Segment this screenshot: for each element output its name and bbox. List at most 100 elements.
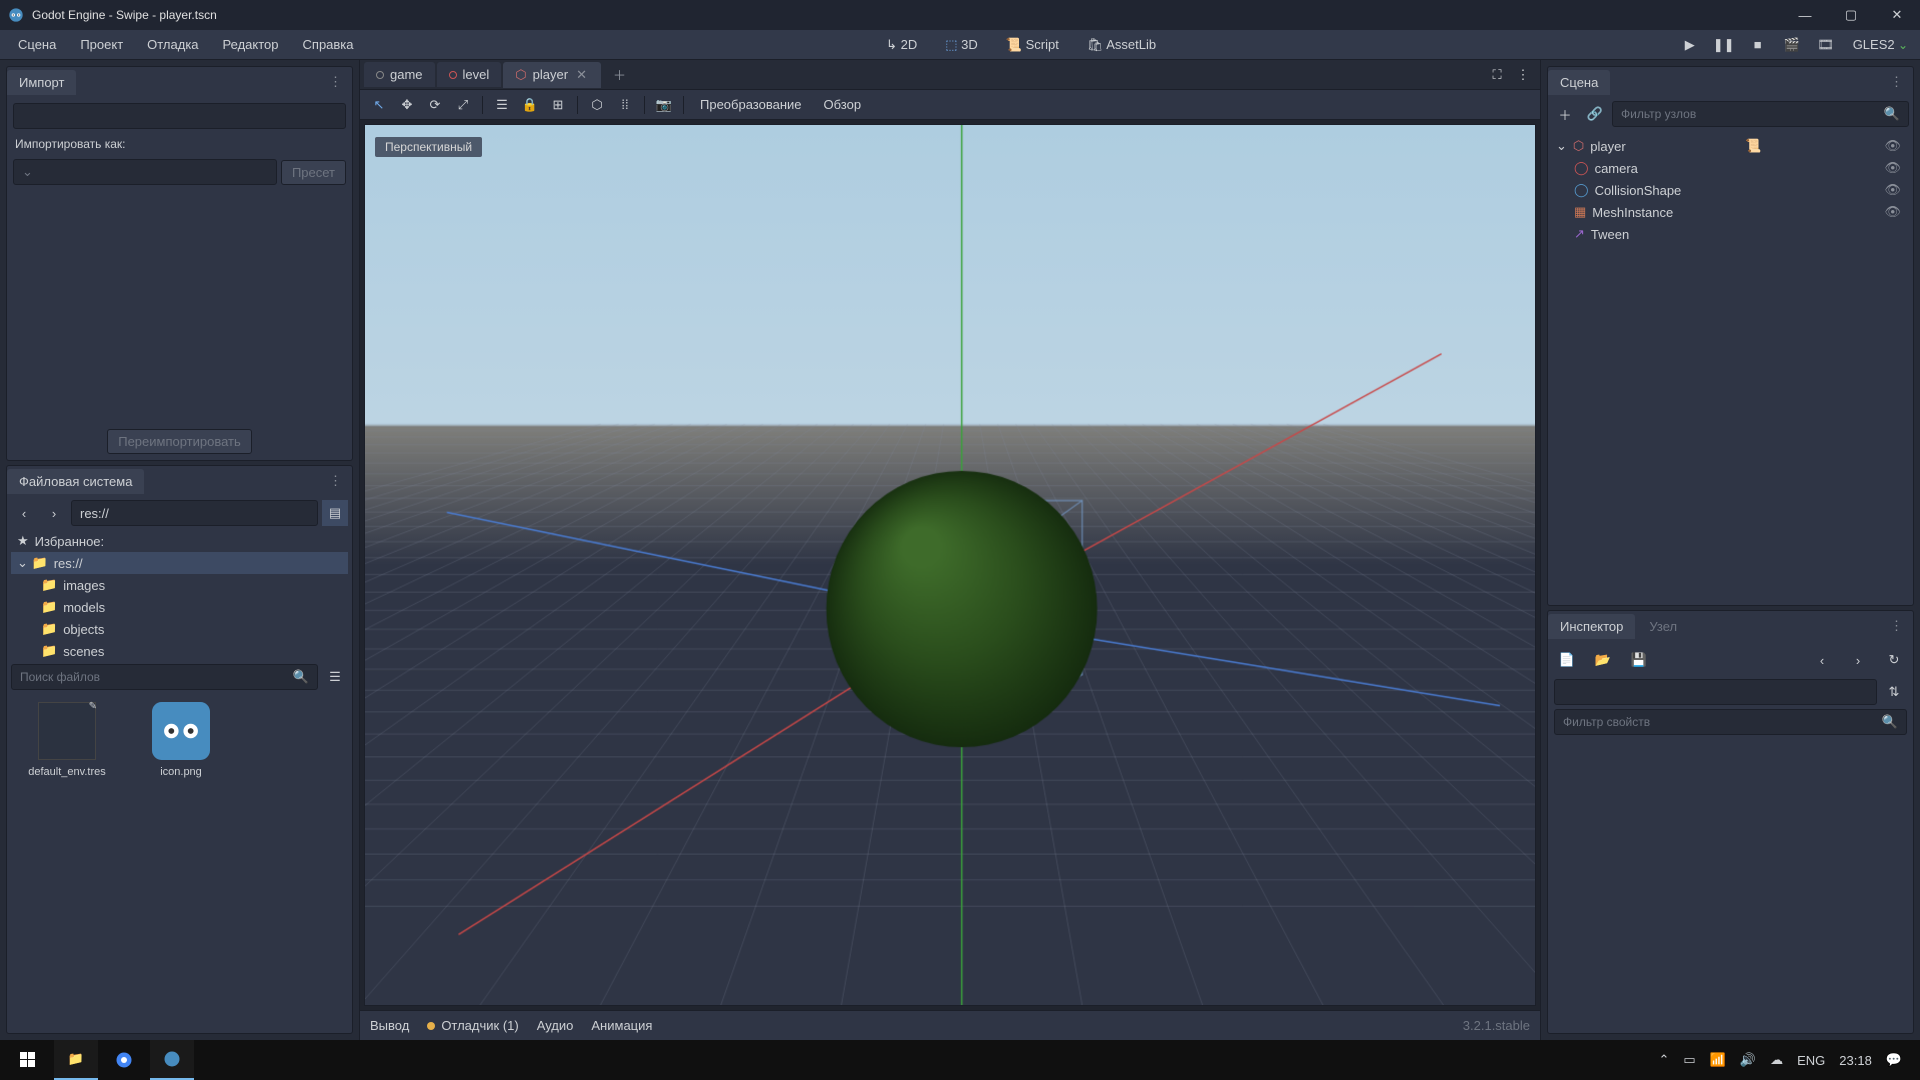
property-filter-field[interactable]: 🔍 bbox=[1554, 709, 1907, 735]
3d-viewport[interactable]: Перспективный bbox=[364, 124, 1536, 1006]
play-button[interactable]: ▶ bbox=[1677, 32, 1703, 58]
tray-clock[interactable]: 23:18 bbox=[1839, 1053, 1872, 1068]
import-type-dropdown[interactable]: ⌄ bbox=[13, 159, 277, 185]
menu-editor[interactable]: Редактор bbox=[211, 31, 291, 58]
inspector-save-resource-icon[interactable]: 💾 bbox=[1626, 647, 1652, 673]
lock-icon[interactable]: 🔒 bbox=[517, 92, 543, 118]
visibility-icon[interactable]: 👁 bbox=[1880, 182, 1905, 198]
local-space-icon[interactable]: ⬡ bbox=[584, 92, 610, 118]
tray-chevron-up-icon[interactable]: ⌃ bbox=[1659, 1052, 1670, 1068]
start-button[interactable] bbox=[6, 1040, 50, 1080]
inspector-history-icon[interactable]: ↻ bbox=[1881, 647, 1907, 673]
scene-dock-tab[interactable]: Сцена bbox=[1548, 70, 1610, 95]
close-tab-icon[interactable]: ✕ bbox=[574, 67, 589, 83]
group-icon[interactable]: ⊞ bbox=[545, 92, 571, 118]
import-panel-menu-icon[interactable]: ⋮ bbox=[321, 74, 350, 90]
filesystem-tab[interactable]: Файловая система bbox=[7, 469, 144, 494]
taskbar-chrome-icon[interactable] bbox=[102, 1040, 146, 1080]
node-collisionshape[interactable]: ◯ CollisionShape👁 bbox=[1552, 179, 1909, 201]
filesystem-panel-menu-icon[interactable]: ⋮ bbox=[321, 473, 350, 489]
instance-scene-button[interactable]: 🔗 bbox=[1582, 101, 1608, 127]
property-filter-input[interactable] bbox=[1563, 715, 1882, 729]
add-node-button[interactable]: ＋ bbox=[1552, 101, 1578, 127]
scene-tab-menu-icon[interactable]: ⋮ bbox=[1510, 62, 1536, 88]
import-preset-button[interactable]: Пресет bbox=[281, 160, 346, 185]
filesystem-back-button[interactable]: ‹ bbox=[11, 500, 37, 526]
menu-scene[interactable]: Сцена bbox=[6, 31, 68, 58]
renderer-selector[interactable]: GLES2 ⌄ bbox=[1847, 37, 1914, 52]
node-tab[interactable]: Узел bbox=[1637, 614, 1689, 639]
visibility-icon[interactable]: 👁 bbox=[1880, 160, 1905, 176]
inspector-history-back-icon[interactable]: ‹ bbox=[1809, 647, 1835, 673]
scene-tab-player[interactable]: ⬡player✕ bbox=[503, 62, 601, 88]
inspector-tab[interactable]: Инспектор bbox=[1548, 614, 1635, 639]
tray-onedrive-icon[interactable]: ☁ bbox=[1770, 1052, 1783, 1068]
filesystem-tree-root[interactable]: ⌄ 📁 res:// bbox=[11, 552, 348, 574]
window-minimize-button[interactable]: — bbox=[1782, 0, 1828, 30]
node-camera[interactable]: ◯ camera👁 bbox=[1552, 157, 1909, 179]
import-source-field[interactable] bbox=[13, 103, 346, 129]
filesystem-view-mode-button[interactable]: ☰ bbox=[322, 664, 348, 690]
inspector-expand-icon[interactable]: ⇅ bbox=[1881, 679, 1907, 705]
view-menu[interactable]: Обзор bbox=[814, 93, 872, 116]
output-tab[interactable]: Вывод bbox=[370, 1018, 409, 1033]
node-filter-field[interactable]: 🔍 bbox=[1612, 101, 1909, 127]
node-tween[interactable]: ↗ Tween bbox=[1552, 223, 1909, 245]
filesystem-split-button[interactable]: ▤ bbox=[322, 500, 348, 526]
workspace-script[interactable]: 📜 Script bbox=[994, 31, 1071, 59]
menu-project[interactable]: Проект bbox=[68, 31, 135, 58]
taskbar-explorer-icon[interactable]: 📁 bbox=[54, 1040, 98, 1080]
window-maximize-button[interactable]: ▢ bbox=[1828, 0, 1874, 30]
distraction-free-button[interactable]: ⛶ bbox=[1484, 62, 1510, 88]
audio-tab[interactable]: Аудио bbox=[537, 1018, 574, 1033]
scene-tab-level[interactable]: level bbox=[437, 62, 502, 87]
taskbar-godot-icon[interactable] bbox=[150, 1040, 194, 1080]
inspector-menu-icon[interactable]: ⋮ bbox=[1882, 618, 1911, 634]
tray-notifications-icon[interactable]: 💬 bbox=[1886, 1052, 1902, 1068]
file-thumb-icon-png[interactable]: icon.png bbox=[133, 702, 229, 1021]
filesystem-forward-button[interactable]: › bbox=[41, 500, 67, 526]
select-tool-icon[interactable]: ↖ bbox=[366, 92, 392, 118]
workspace-3d[interactable]: ⬚ 3D bbox=[933, 31, 990, 59]
camera-override-icon[interactable]: 📷 bbox=[651, 92, 677, 118]
animation-tab[interactable]: Анимация bbox=[591, 1018, 652, 1033]
debugger-tab[interactable]: Отладчик (1) bbox=[427, 1018, 518, 1033]
filesystem-folder-images[interactable]: 📁 images bbox=[11, 574, 348, 596]
move-tool-icon[interactable]: ✥ bbox=[394, 92, 420, 118]
filesystem-favorites[interactable]: ★ Избранное: bbox=[11, 530, 348, 552]
snap-icon[interactable]: ⁞⁞ bbox=[612, 92, 638, 118]
transform-menu[interactable]: Преобразование bbox=[690, 93, 812, 116]
perspective-label[interactable]: Перспективный bbox=[375, 137, 482, 157]
node-player[interactable]: ⌄ ⬡ player📜👁 bbox=[1552, 135, 1909, 157]
inspector-load-resource-icon[interactable]: 📂 bbox=[1590, 647, 1616, 673]
menu-help[interactable]: Справка bbox=[291, 31, 366, 58]
scene-dock-menu-icon[interactable]: ⋮ bbox=[1882, 74, 1911, 90]
filesystem-search-input[interactable] bbox=[20, 670, 293, 684]
tray-volume-icon[interactable]: 🔊 bbox=[1740, 1052, 1756, 1068]
reimport-button[interactable]: Переимпортировать bbox=[107, 429, 252, 454]
pause-button[interactable]: ❚❚ bbox=[1711, 32, 1737, 58]
filesystem-folder-models[interactable]: 📁 models bbox=[11, 596, 348, 618]
stop-button[interactable]: ■ bbox=[1745, 32, 1771, 58]
menu-debug[interactable]: Отладка bbox=[135, 31, 210, 58]
workspace-assetlib[interactable]: 🛍 AssetLib bbox=[1075, 31, 1168, 59]
visibility-icon[interactable]: 👁 bbox=[1880, 138, 1905, 154]
tray-battery-icon[interactable]: ▭ bbox=[1683, 1052, 1695, 1068]
inspector-history-forward-icon[interactable]: › bbox=[1845, 647, 1871, 673]
list-select-icon[interactable]: ☰ bbox=[489, 92, 515, 118]
filesystem-path-field[interactable]: res:// bbox=[71, 500, 318, 526]
scene-tab-game[interactable]: game bbox=[364, 62, 435, 87]
script-icon[interactable]: 📜 bbox=[1741, 138, 1765, 154]
play-scene-button[interactable]: 🎬 bbox=[1779, 32, 1805, 58]
rotate-tool-icon[interactable]: ⟳ bbox=[422, 92, 448, 118]
filesystem-search-field[interactable]: 🔍 bbox=[11, 664, 318, 690]
window-close-button[interactable]: ✕ bbox=[1874, 0, 1920, 30]
visibility-icon[interactable]: 👁 bbox=[1880, 204, 1905, 220]
inspector-object-field[interactable] bbox=[1554, 679, 1877, 705]
workspace-2d[interactable]: ↳ 2D bbox=[874, 31, 929, 59]
scale-tool-icon[interactable]: ⤢ bbox=[450, 92, 476, 118]
node-meshinstance[interactable]: ▦ MeshInstance👁 bbox=[1552, 201, 1909, 223]
file-thumb-default-env[interactable]: ✎ default_env.tres bbox=[19, 702, 115, 1021]
import-tab[interactable]: Импорт bbox=[7, 70, 76, 95]
node-filter-input[interactable] bbox=[1621, 107, 1884, 121]
